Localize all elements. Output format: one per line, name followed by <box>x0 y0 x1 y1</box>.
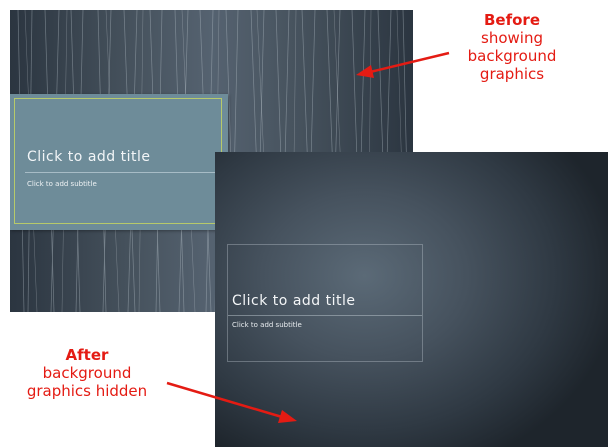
after-slide-thumbnail: Click to add title Click to add subtitle <box>215 152 608 447</box>
after-annotation: After background graphics hidden <box>4 346 170 400</box>
before-annotation-heading: Before <box>483 11 540 29</box>
slide-subtitle-placeholder[interactable]: Click to add subtitle <box>232 321 302 329</box>
slide-title-placeholder[interactable]: Click to add title <box>27 149 151 165</box>
slide-subtitle-placeholder[interactable]: Click to add subtitle <box>27 180 97 188</box>
title-divider <box>228 315 422 316</box>
slide-title-placeholder[interactable]: Click to add title <box>232 293 356 309</box>
after-annotation-heading: After <box>65 346 109 364</box>
after-annotation-line: graphics hidden <box>26 382 148 400</box>
before-annotation-line: graphics <box>479 65 545 83</box>
before-annotation: Before showing background graphics <box>444 11 580 83</box>
title-placeholder-box: Click to add title Click to add subtitle <box>10 94 228 230</box>
before-annotation-line: background <box>467 47 557 65</box>
before-annotation-line: showing <box>481 29 543 47</box>
after-annotation-line: background <box>42 364 132 382</box>
title-divider <box>25 172 222 173</box>
